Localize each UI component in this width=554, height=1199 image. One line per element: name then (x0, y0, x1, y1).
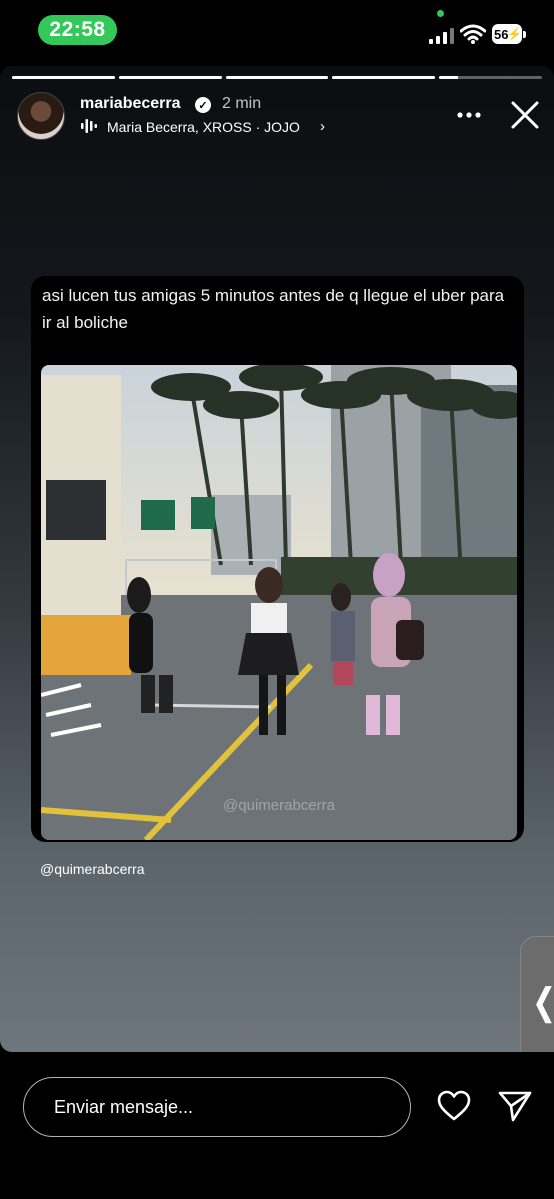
post-caption: asi lucen tus amigas 5 minutos antes de … (42, 286, 505, 332)
progress-segment-fill (225, 76, 329, 79)
message-input[interactable]: Enviar mensaje... (23, 1077, 411, 1137)
progress-segment-fill (118, 76, 222, 79)
avatar[interactable] (17, 92, 65, 140)
wifi-icon (460, 24, 486, 44)
progress-segment (225, 76, 329, 79)
chevron-left-icon: ❬ (529, 981, 554, 1023)
progress-segment (12, 76, 115, 79)
cellular-signal-icon (429, 28, 454, 44)
ellipsis-icon[interactable] (456, 102, 482, 128)
photo-scene: @quimerabcerra (41, 365, 517, 840)
progress-segment (439, 76, 542, 79)
verified-badge-icon: ✓ (195, 97, 211, 113)
status-time: 22:58 (38, 15, 117, 45)
story-time-ago: 2 min (222, 95, 262, 112)
privacy-indicator-dot (437, 10, 444, 17)
progress-segment (332, 76, 436, 79)
send-icon[interactable] (498, 1090, 532, 1122)
reply-bar: Enviar mensaje... (0, 1052, 554, 1199)
story-viewer[interactable]: mariabecerra ✓ 2 min Maria Becerra, XROS… (0, 66, 554, 1052)
close-icon[interactable] (509, 99, 541, 131)
progress-segment-fill (12, 76, 115, 79)
heart-icon[interactable] (437, 1090, 471, 1122)
story-username[interactable]: mariabecerra (80, 95, 181, 113)
shared-post-card[interactable]: asi lucen tus amigas 5 minutos antes de … (31, 276, 524, 842)
music-attribution[interactable]: Maria Becerra, XROSS · JOJO (107, 119, 300, 135)
post-handle[interactable]: @quimerabcerra (40, 861, 144, 877)
progress-segment (118, 76, 222, 79)
progress-segment-fill (439, 76, 458, 79)
story-progress (12, 76, 542, 79)
status-bar: 22:58 56 ⚡ (0, 0, 554, 62)
progress-segment-fill (332, 76, 436, 79)
chevron-right-icon[interactable]: › (320, 118, 325, 135)
audio-bars-icon (81, 119, 97, 133)
photo-watermark: @quimerabcerra (223, 797, 336, 814)
charging-bolt-icon: ⚡ (507, 27, 522, 41)
post-photo: @quimerabcerra (41, 365, 517, 840)
battery-icon: 56 ⚡ (492, 24, 528, 44)
